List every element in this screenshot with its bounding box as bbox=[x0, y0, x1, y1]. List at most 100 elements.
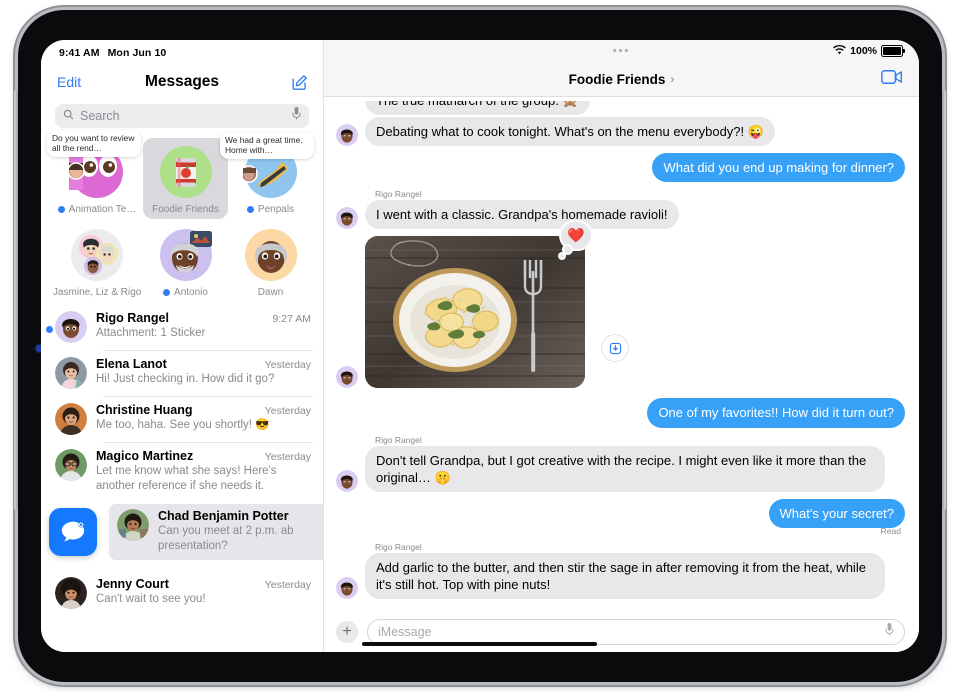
message-bubble-incoming[interactable]: I went with a classic. Grandpa's homemad… bbox=[360, 200, 679, 230]
message-bubble-incoming[interactable]: Debating what to cook tonight. What's on… bbox=[360, 117, 775, 147]
conversation-title: Foodie Friends bbox=[568, 71, 666, 87]
conversation-body: Jenny Court Yesterday Can't wait to see … bbox=[96, 577, 311, 607]
avatar bbox=[336, 207, 358, 230]
conversation-row-elena-lanot[interactable]: Elena Lanot Yesterday Hi! Just checking … bbox=[41, 350, 323, 396]
sidebar-status-bar: 9:41 AM Mon Jun 10 bbox=[41, 40, 323, 64]
compose-icon[interactable] bbox=[290, 73, 309, 92]
pinned-conversations: Do you want to review all the rend… Anim… bbox=[41, 130, 323, 304]
conversation-body: Elena Lanot Yesterday Hi! Just checking … bbox=[96, 357, 311, 387]
battery-percent-label: 100% bbox=[850, 45, 877, 57]
pinned-avatar bbox=[158, 227, 214, 283]
ipad-screen: 9:41 AM Mon Jun 10 Edit Messages Search … bbox=[41, 40, 919, 652]
conversation-preview: Attachment: 1 Sticker bbox=[96, 327, 206, 339]
home-indicator[interactable] bbox=[362, 642, 597, 646]
pinned-item-dawn[interactable]: Dawn bbox=[228, 221, 313, 302]
message-row-outgoing: One of my favorites!! How did it turn ou… bbox=[336, 398, 910, 428]
message-sender-name: Rigo Rangel bbox=[375, 542, 422, 553]
drag-handle-dots[interactable]: ••• bbox=[324, 40, 919, 62]
pinned-avatar bbox=[158, 144, 214, 200]
messages-sidebar: 9:41 AM Mon Jun 10 Edit Messages Search … bbox=[41, 40, 324, 652]
message-column: Debating what to cook tonight. What's on… bbox=[360, 117, 775, 147]
avatar bbox=[336, 469, 358, 492]
status-date: Mon Jun 10 bbox=[107, 47, 167, 59]
message-bubble-outgoing[interactable]: One of my favorites!! How did it turn ou… bbox=[647, 398, 910, 428]
conversation-preview: Can't wait to see you! bbox=[96, 593, 206, 606]
message-bubble-outgoing[interactable]: What's your secret? bbox=[768, 498, 911, 529]
microphone-icon[interactable] bbox=[885, 623, 894, 641]
pinned-label-row: Antonio bbox=[163, 287, 208, 298]
pinned-item-jasmine-liz-rigo[interactable]: Jasmine, Liz & Rigo bbox=[51, 221, 143, 302]
conversation-header: Rigo Rangel 9:27 AM bbox=[96, 311, 311, 325]
message-column: Rigo Rangel I went with a classic. Grand… bbox=[360, 189, 679, 230]
pinned-preview-bubble: We had a great time. Home with… bbox=[220, 132, 314, 159]
microphone-icon[interactable] bbox=[292, 107, 301, 125]
conversation-body: Christine Huang Yesterday Me too, haha. … bbox=[96, 403, 311, 433]
avatar bbox=[55, 311, 87, 343]
conversation-list: Rigo Rangel 9:27 AM Attachment: 1 Sticke… bbox=[41, 304, 323, 616]
message-bubble-incoming[interactable]: Don't tell Grandpa, but I got creative w… bbox=[360, 445, 885, 493]
pinned-item-foodie-friends[interactable]: Foodie Friends bbox=[143, 138, 228, 219]
dragged-conversation-card[interactable]: Chad Benjamin Potter Can you meet at 2 p… bbox=[109, 504, 323, 561]
conversation-row-magico-martinez[interactable]: Magico Martinez Yesterday Let me know wh… bbox=[41, 442, 323, 500]
plus-icon[interactable]: + bbox=[336, 621, 358, 643]
conversation-name: Magico Martinez bbox=[96, 449, 194, 463]
heart-tapback-icon[interactable]: ❤️ bbox=[560, 222, 591, 259]
conversation-body: Chad Benjamin Potter Can you meet at 2 p… bbox=[158, 509, 319, 560]
save-to-photos-icon[interactable] bbox=[601, 334, 629, 363]
unread-dot-icon bbox=[246, 206, 254, 213]
status-right-cluster: 100% bbox=[833, 44, 905, 58]
conversation-row-christine-huang[interactable]: Christine Huang Yesterday Me too, haha. … bbox=[41, 396, 323, 442]
pinned-item-antonio[interactable]: Antonio bbox=[143, 221, 228, 302]
pinned-label-row: Animation Te… bbox=[57, 204, 137, 215]
avatar bbox=[117, 509, 149, 542]
pinned-label-row: Dawn bbox=[258, 287, 284, 298]
search-input[interactable]: Search bbox=[55, 104, 309, 128]
message-row-incoming: Debating what to cook tonight. What's on… bbox=[336, 117, 905, 147]
message-thread[interactable]: The true matriarch of the group. 🙊 bbox=[324, 97, 919, 612]
sidebar-nav-bar: Edit Messages bbox=[41, 64, 323, 100]
conversation-header-bar: Foodie Friends › bbox=[324, 62, 919, 97]
unread-dot-icon bbox=[163, 289, 171, 296]
conversation-preview: Can you meet at 2 p.m. ab presentation? bbox=[158, 525, 294, 553]
pinned-label: Animation Te… bbox=[68, 204, 137, 215]
message-column: Rigo Rangel Don't tell Grandpa, but I go… bbox=[360, 435, 885, 493]
message-bubble-outgoing[interactable]: What did you end up making for dinner? bbox=[652, 153, 910, 183]
conversation-name: Elena Lanot bbox=[96, 357, 167, 371]
avatar bbox=[336, 124, 358, 147]
message-bubble-incoming[interactable]: The true matriarch of the group. 🙊 bbox=[360, 101, 590, 115]
message-row-photo: ❤️ bbox=[336, 222, 905, 389]
conversation-row-rigo-rangel[interactable]: Rigo Rangel 9:27 AM Attachment: 1 Sticke… bbox=[41, 304, 323, 350]
photo-message[interactable]: ❤️ bbox=[365, 222, 629, 389]
conversation-time: Yesterday bbox=[264, 579, 311, 592]
drag-in-progress-row[interactable]: Chad Benjamin Potter Can you meet at 2 p… bbox=[41, 502, 323, 566]
pinned-preview-bubble: Do you want to review all the rend… bbox=[47, 130, 141, 157]
pinned-avatar bbox=[243, 227, 299, 283]
message-composer: + iMessage bbox=[324, 612, 919, 652]
pinned-item-animation-team[interactable]: Do you want to review all the rend… Anim… bbox=[47, 130, 143, 219]
conversation-row-jenny-court[interactable]: Jenny Court Yesterday Can't wait to see … bbox=[41, 570, 323, 616]
facetime-video-icon[interactable] bbox=[881, 69, 903, 85]
conversation-time: Yesterday bbox=[264, 359, 311, 371]
edit-button[interactable]: Edit bbox=[57, 74, 81, 90]
unread-dot-icon bbox=[57, 206, 65, 213]
avatar bbox=[336, 366, 358, 389]
search-placeholder: Search bbox=[80, 109, 120, 123]
unread-dot-icon bbox=[46, 326, 53, 333]
conversation-time: Yesterday bbox=[264, 451, 311, 463]
pinned-label: Penpals bbox=[257, 204, 295, 215]
message-sender-name: Rigo Rangel bbox=[375, 189, 422, 200]
conversation-time: 9:27 AM bbox=[272, 313, 311, 325]
wifi-icon bbox=[833, 44, 846, 58]
conversation-title-button[interactable]: Foodie Friends › bbox=[569, 72, 675, 87]
conversation-name: Christine Huang bbox=[96, 403, 193, 417]
search-container: Search bbox=[41, 100, 323, 134]
message-row-incoming: Rigo Rangel Don't tell Grandpa, but I go… bbox=[336, 435, 905, 493]
plate-of-ravioli-photo[interactable] bbox=[365, 236, 585, 389]
avatar bbox=[55, 357, 87, 389]
pinned-item-penpals[interactable]: We had a great time. Home with… Penpals bbox=[220, 132, 314, 219]
message-bubble-incoming[interactable]: Add garlic to the butter, and then stir … bbox=[360, 553, 885, 600]
conversation-preview: Let me know what she says! Here's anothe… bbox=[96, 465, 277, 492]
pinned-label: Foodie Friends bbox=[152, 204, 219, 215]
conversation-body: Magico Martinez Yesterday Let me know wh… bbox=[96, 449, 311, 493]
messages-app-icon[interactable] bbox=[49, 508, 97, 557]
